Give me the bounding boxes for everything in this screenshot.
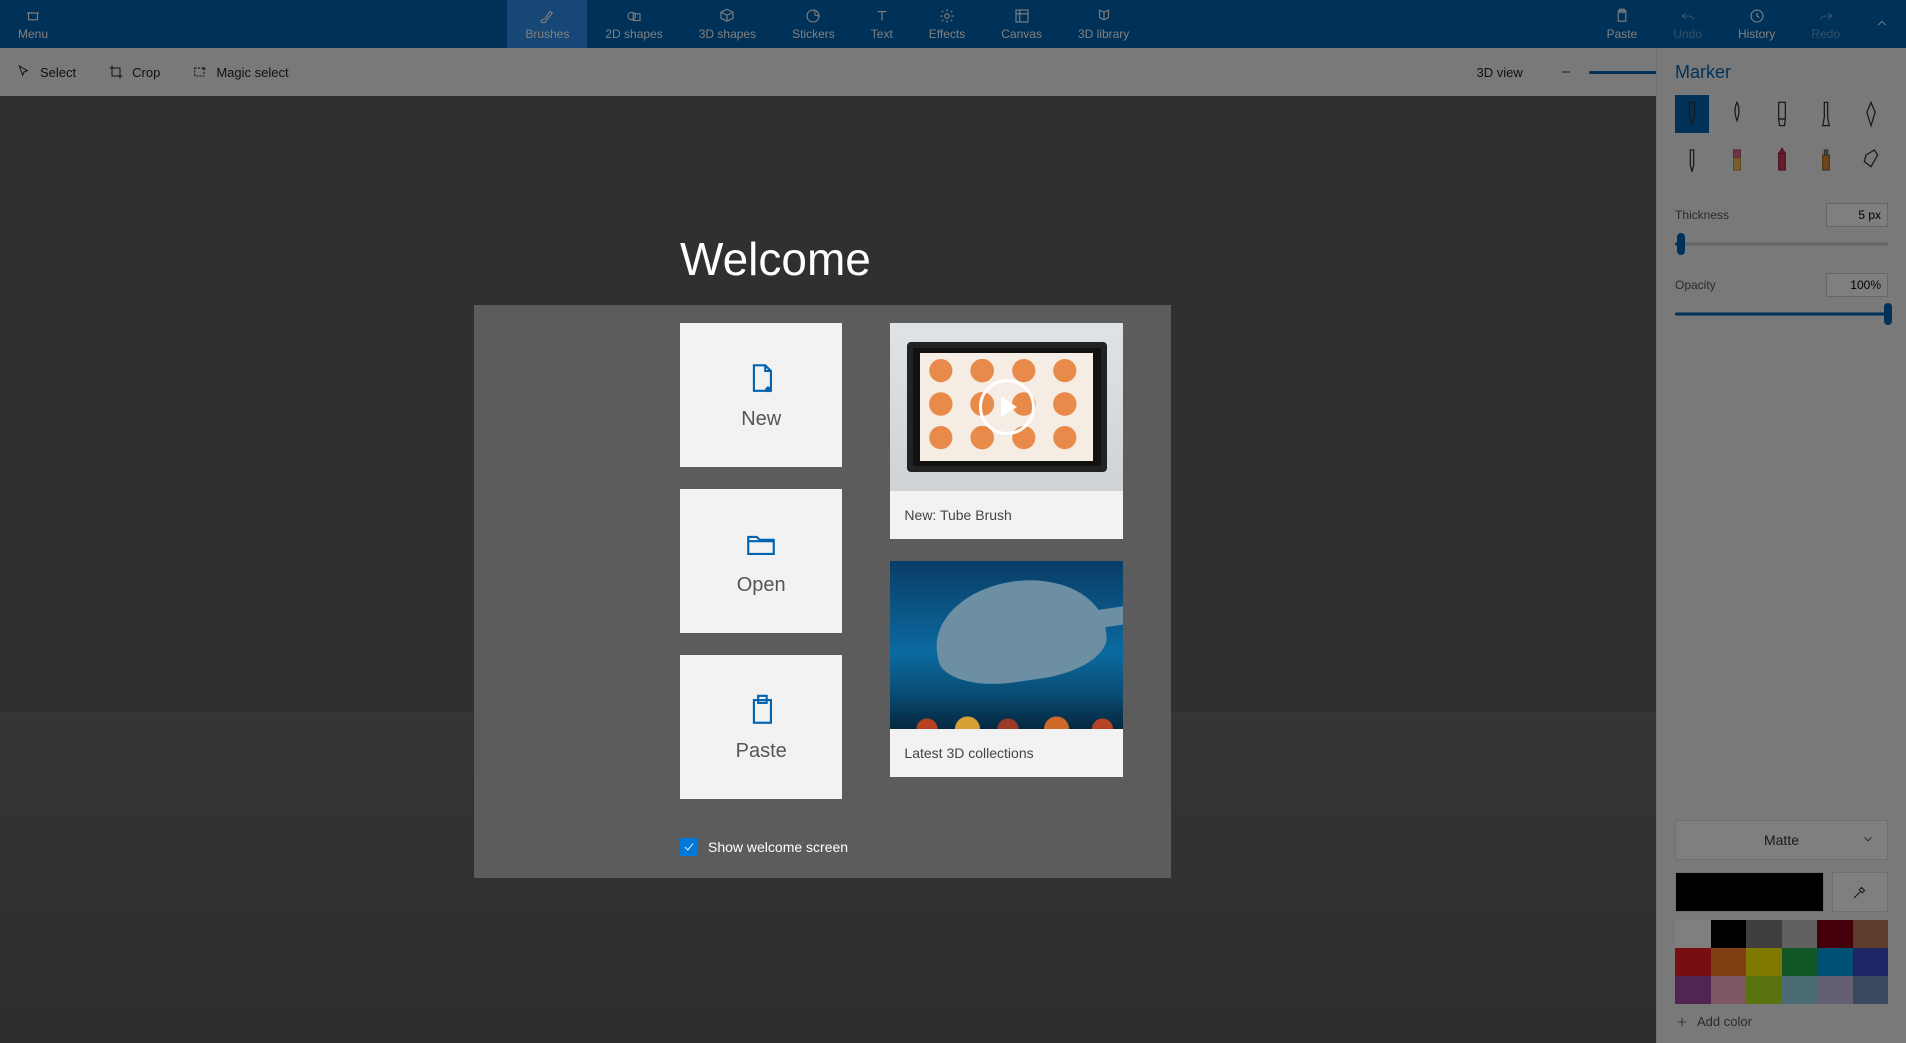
3d-thumb: [890, 561, 1123, 729]
file-new-icon: [743, 360, 779, 396]
welcome-card-3d[interactable]: Latest 3D collections: [890, 561, 1123, 777]
welcome-paste-button[interactable]: Paste: [680, 655, 842, 799]
video-caption: New: Tube Brush: [890, 491, 1123, 539]
clipboard-icon: [743, 692, 779, 728]
welcome-box: New Open Paste: [474, 305, 1171, 878]
welcome-title: Welcome: [680, 232, 871, 286]
checkbox-checked-icon: [680, 838, 698, 856]
welcome-card-video[interactable]: New: Tube Brush: [890, 323, 1123, 539]
welcome-new-label: New: [741, 408, 781, 431]
welcome-new-button[interactable]: New: [680, 323, 842, 467]
welcome-open-button[interactable]: Open: [680, 489, 842, 633]
play-icon: [979, 379, 1035, 435]
folder-open-icon: [743, 526, 779, 562]
show-welcome-label: Show welcome screen: [708, 839, 848, 855]
welcome-open-label: Open: [737, 574, 786, 597]
3d-caption: Latest 3D collections: [890, 729, 1123, 777]
welcome-paste-label: Paste: [736, 740, 787, 763]
show-welcome-checkbox[interactable]: Show welcome screen: [680, 838, 848, 856]
welcome-modal: Welcome New Open Paste: [0, 0, 1906, 1043]
video-thumb: [890, 323, 1123, 491]
